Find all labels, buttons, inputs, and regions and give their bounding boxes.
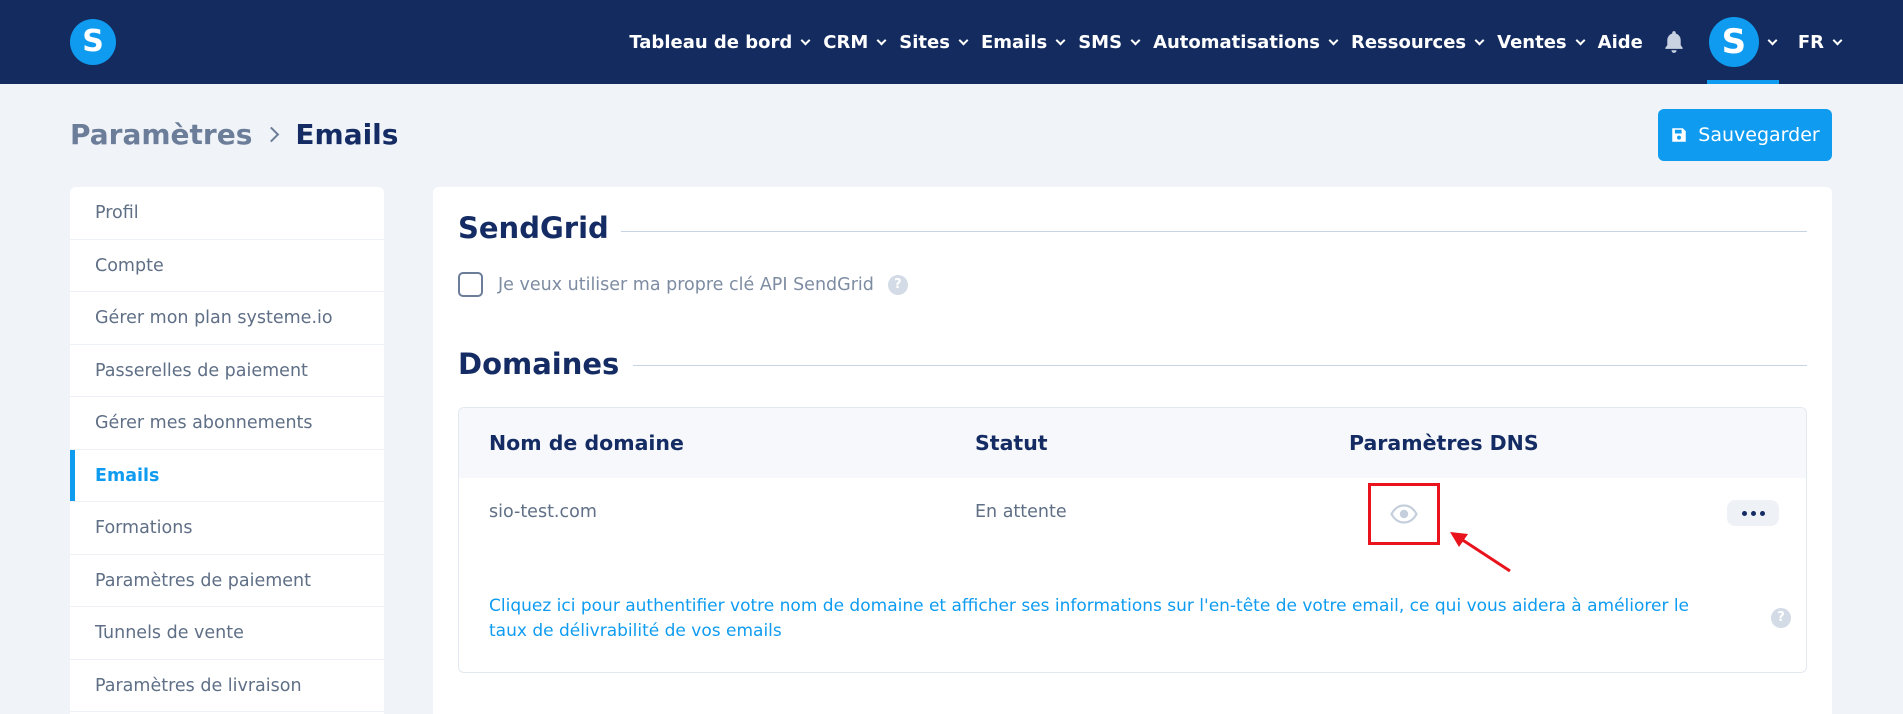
chevron-down-icon bbox=[876, 35, 887, 45]
nav-label: Sites bbox=[899, 31, 950, 53]
chevron-down-icon bbox=[1055, 35, 1066, 45]
breadcrumb-parent[interactable]: Paramètres bbox=[70, 118, 252, 151]
sendgrid-api-checkbox[interactable] bbox=[458, 272, 483, 297]
chevron-down-icon bbox=[1130, 35, 1141, 45]
nav-label: Tableau de bord bbox=[629, 31, 793, 53]
view-dns-settings-button[interactable] bbox=[1368, 483, 1440, 545]
save-icon bbox=[1672, 128, 1687, 142]
sidebar-item-subscriptions[interactable]: Gérer mes abonnements bbox=[70, 397, 384, 450]
annotation-arrow-icon bbox=[1450, 532, 1511, 573]
nav-label: Ressources bbox=[1350, 31, 1467, 53]
ellipsis-icon bbox=[1759, 510, 1765, 516]
nav-label: Automatisations bbox=[1153, 31, 1320, 53]
domain-name-cell: sio-test.com bbox=[489, 502, 597, 522]
save-button-label: Sauvegarder bbox=[1698, 124, 1820, 146]
sidebar-item-courses[interactable]: Formations bbox=[70, 502, 384, 555]
nav-sites[interactable]: Sites bbox=[899, 31, 969, 53]
nav-resources[interactable]: Ressources bbox=[1350, 31, 1485, 53]
nav-label: Emails bbox=[980, 31, 1048, 53]
avatar[interactable]: S bbox=[1708, 17, 1759, 67]
ellipsis-icon bbox=[1750, 510, 1756, 516]
chevron-down-icon bbox=[1767, 35, 1778, 45]
settings-sidebar: Profil Compte Gérer mon plan systeme.io … bbox=[70, 187, 384, 714]
sidebar-item-emails[interactable]: Emails bbox=[70, 449, 384, 502]
language-label: FR bbox=[1797, 31, 1824, 53]
domain-authentication-link[interactable]: Cliquez ici pour authentifier votre nom … bbox=[489, 594, 1719, 644]
nav-label: Aide bbox=[1597, 31, 1643, 53]
domain-status-cell: En attente bbox=[975, 502, 1067, 522]
active-indicator bbox=[1706, 80, 1779, 84]
user-menu[interactable]: S bbox=[1706, 0, 1779, 84]
sidebar-item-profile[interactable]: Profil bbox=[70, 187, 384, 240]
divider bbox=[633, 365, 1807, 366]
top-navbar: S Tableau de bord CRM Sites Emails SMS A… bbox=[0, 0, 1903, 84]
nav-sales[interactable]: Ventes bbox=[1497, 31, 1586, 53]
chevron-down-icon bbox=[1474, 35, 1485, 45]
chevron-down-icon bbox=[1832, 35, 1843, 45]
sidebar-item-plan[interactable]: Gérer mon plan systeme.io bbox=[70, 292, 384, 345]
sidebar-item-sales-funnels[interactable]: Tunnels de vente bbox=[70, 607, 384, 660]
sendgrid-section-title: SendGrid bbox=[458, 211, 609, 245]
sidebar-item-shipping[interactable]: Paramètres de livraison bbox=[70, 660, 384, 712]
chevron-down-icon bbox=[958, 35, 969, 45]
nav-label: Ventes bbox=[1497, 31, 1567, 53]
page-title: Emails bbox=[295, 118, 399, 151]
nav-automations[interactable]: Automatisations bbox=[1153, 31, 1339, 53]
column-header-status: Statut bbox=[975, 431, 1048, 455]
chevron-down-icon bbox=[800, 35, 811, 45]
save-button[interactable]: Sauvegarder bbox=[1658, 109, 1832, 161]
column-header-domain: Nom de domaine bbox=[489, 431, 684, 455]
breadcrumb: Paramètres Emails bbox=[70, 118, 398, 151]
sendgrid-api-label[interactable]: Je veux utiliser ma propre clé API SendG… bbox=[498, 275, 874, 295]
language-selector[interactable]: FR bbox=[1797, 31, 1843, 53]
main-nav: Tableau de bord CRM Sites Emails SMS Aut… bbox=[629, 0, 1843, 84]
domains-table: Nom de domaine Statut Paramètres DNS sio… bbox=[458, 407, 1807, 673]
column-header-dns: Paramètres DNS bbox=[1349, 431, 1539, 455]
divider bbox=[621, 231, 1807, 232]
sidebar-item-payment-settings[interactable]: Paramètres de paiement bbox=[70, 555, 384, 607]
nav-label: SMS bbox=[1078, 31, 1123, 53]
nav-label: CRM bbox=[823, 31, 869, 53]
sidebar-item-payment-gateways[interactable]: Passerelles de paiement bbox=[70, 345, 384, 397]
chevron-right-icon bbox=[264, 126, 280, 143]
sidebar-item-account[interactable]: Compte bbox=[70, 240, 384, 292]
help-icon[interactable]: ? bbox=[887, 274, 908, 295]
more-options-button[interactable] bbox=[1727, 500, 1779, 526]
chevron-down-icon bbox=[1328, 35, 1339, 45]
nav-emails[interactable]: Emails bbox=[980, 31, 1066, 53]
eye-icon bbox=[1390, 504, 1418, 524]
nav-help[interactable]: Aide bbox=[1598, 32, 1643, 53]
systeme-logo[interactable]: S bbox=[70, 19, 116, 65]
chevron-down-icon bbox=[1575, 35, 1586, 45]
domains-section-title: Domaines bbox=[458, 347, 620, 381]
nav-dashboard[interactable]: Tableau de bord bbox=[629, 31, 811, 53]
table-header: Nom de domaine Statut Paramètres DNS bbox=[459, 408, 1806, 478]
emails-settings-panel: SendGrid Je veux utiliser ma propre clé … bbox=[433, 187, 1832, 714]
ellipsis-icon bbox=[1741, 510, 1747, 516]
bell-icon[interactable] bbox=[1661, 29, 1687, 55]
help-icon[interactable]: ? bbox=[1771, 608, 1791, 628]
sendgrid-api-option: Je veux utiliser ma propre clé API SendG… bbox=[458, 272, 908, 297]
nav-crm[interactable]: CRM bbox=[823, 31, 887, 53]
nav-sms[interactable]: SMS bbox=[1078, 31, 1141, 53]
